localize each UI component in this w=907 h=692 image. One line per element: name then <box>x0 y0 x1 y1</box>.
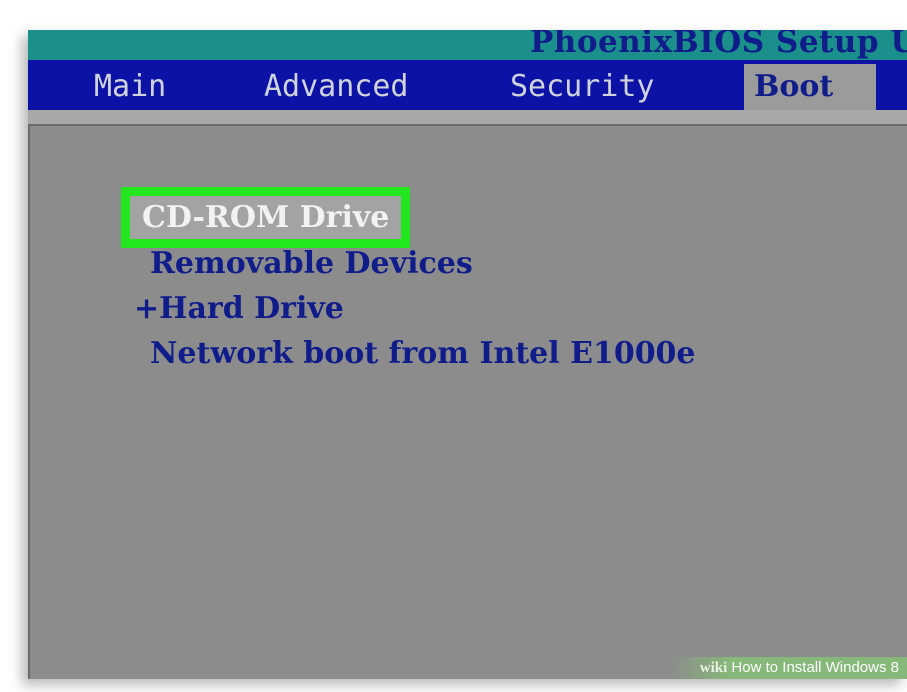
boot-item-cdrom[interactable]: CD-ROM Drive <box>120 187 411 248</box>
watermark: wiki How to Install Windows 8 <box>669 657 907 679</box>
boot-item-network[interactable]: Network boot from Intel E1000e <box>150 336 696 371</box>
title-bar: PhoenixBIOS Setup Ut <box>28 30 907 60</box>
boot-item-hard-drive[interactable]: +Hard Drive <box>134 291 344 326</box>
watermark-text: How to Install Windows 8 <box>731 659 899 676</box>
bios-screen: PhoenixBIOS Setup Ut Main Advanced Secur… <box>28 30 907 679</box>
bios-title: PhoenixBIOS Setup Ut <box>530 30 907 60</box>
menu-divider <box>28 110 907 126</box>
boot-panel: CD-ROM Drive Removable Devices +Hard Dri… <box>28 126 907 679</box>
boot-item-removable[interactable]: Removable Devices <box>150 246 473 281</box>
wikihow-logo: wiki <box>699 660 728 676</box>
